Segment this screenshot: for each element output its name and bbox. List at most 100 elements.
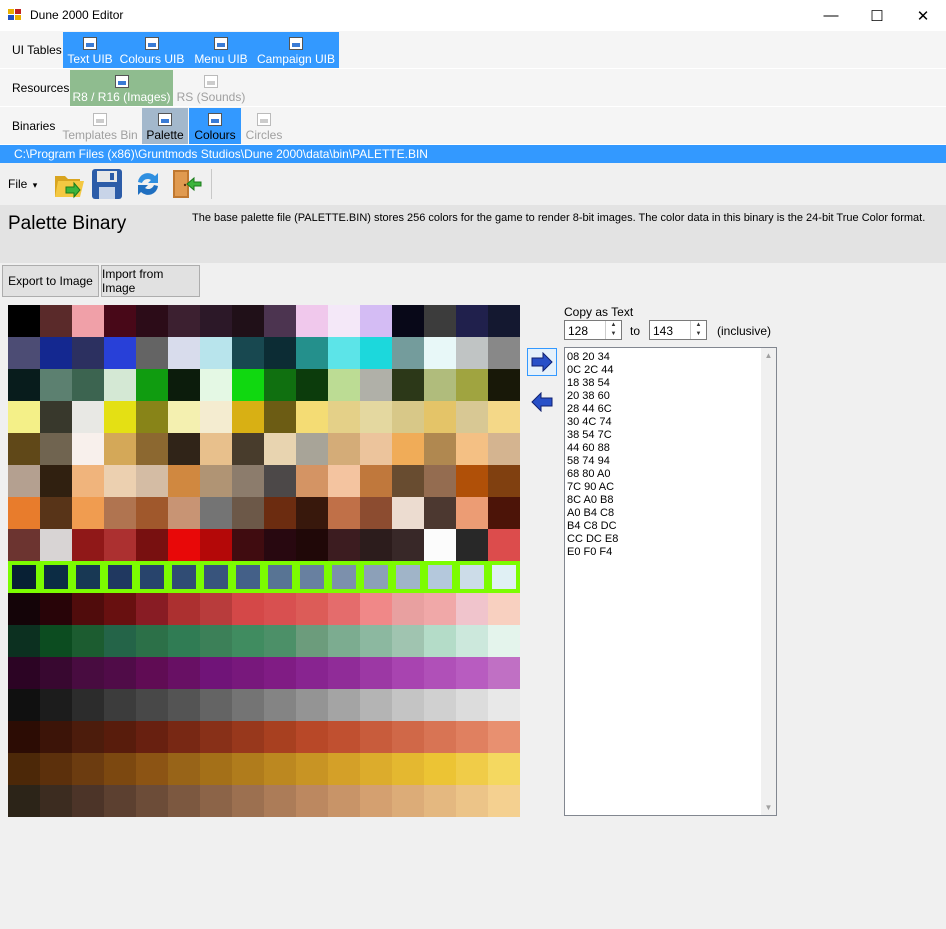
palette-swatch[interactable] [136, 657, 168, 689]
palette-swatch[interactable] [424, 657, 456, 689]
palette-swatch[interactable] [392, 721, 424, 753]
palette-swatch[interactable] [424, 625, 456, 657]
palette-swatch[interactable] [232, 337, 264, 369]
palette-swatch[interactable] [8, 305, 40, 337]
tab-r8-r16-images[interactable]: R8 / R16 (Images) [70, 70, 173, 106]
palette-swatch[interactable] [232, 465, 264, 497]
save-icon[interactable] [90, 167, 124, 201]
color-text-area[interactable]: 08 20 34 0C 2C 44 18 38 54 20 38 60 28 4… [564, 347, 777, 816]
palette-swatch[interactable] [296, 497, 328, 529]
palette-swatch[interactable] [168, 497, 200, 529]
palette-swatch[interactable] [264, 529, 296, 561]
palette-swatch[interactable] [424, 785, 456, 817]
palette-swatch[interactable] [328, 657, 360, 689]
palette-swatch[interactable] [104, 337, 136, 369]
palette-swatch[interactable] [200, 401, 232, 433]
palette-swatch[interactable] [392, 561, 424, 593]
palette-swatch[interactable] [40, 497, 72, 529]
palette-swatch[interactable] [360, 529, 392, 561]
palette-swatch[interactable] [488, 529, 520, 561]
palette-swatch[interactable] [168, 657, 200, 689]
palette-swatch[interactable] [456, 721, 488, 753]
palette-swatch[interactable] [104, 305, 136, 337]
palette-swatch[interactable] [8, 433, 40, 465]
tab-rs-sounds[interactable]: RS (Sounds) [175, 70, 247, 106]
palette-swatch[interactable] [392, 593, 424, 625]
scroll-up-icon[interactable]: ▲ [761, 348, 776, 363]
palette-swatch[interactable] [232, 529, 264, 561]
stepper-arrows-icon[interactable]: ▲ ▼ [605, 321, 621, 339]
palette-swatch[interactable] [424, 561, 456, 593]
palette-swatch[interactable] [264, 721, 296, 753]
palette-swatch[interactable] [200, 305, 232, 337]
palette-swatch[interactable] [328, 433, 360, 465]
exit-door-icon[interactable] [169, 167, 203, 201]
palette-swatch[interactable] [8, 369, 40, 401]
palette-swatch[interactable] [264, 561, 296, 593]
palette-swatch[interactable] [488, 337, 520, 369]
palette-swatch[interactable] [8, 401, 40, 433]
palette-swatch[interactable] [328, 401, 360, 433]
palette-swatch[interactable] [360, 625, 392, 657]
scroll-down-icon[interactable]: ▼ [761, 800, 776, 815]
palette-swatch[interactable] [40, 305, 72, 337]
palette-swatch[interactable] [136, 625, 168, 657]
palette-swatch[interactable] [40, 561, 72, 593]
palette-swatch[interactable] [232, 305, 264, 337]
palette-swatch[interactable] [360, 401, 392, 433]
palette-swatch[interactable] [168, 433, 200, 465]
palette-swatch[interactable] [232, 721, 264, 753]
palette-swatch[interactable] [104, 657, 136, 689]
palette-swatch[interactable] [136, 753, 168, 785]
palette-swatch[interactable] [104, 465, 136, 497]
palette-swatch[interactable] [392, 433, 424, 465]
palette-swatch[interactable] [72, 433, 104, 465]
palette-swatch[interactable] [40, 689, 72, 721]
palette-swatch[interactable] [264, 593, 296, 625]
palette-swatch[interactable] [488, 465, 520, 497]
palette-swatch[interactable] [392, 657, 424, 689]
palette-swatch[interactable] [328, 753, 360, 785]
palette-swatch[interactable] [296, 753, 328, 785]
palette-swatch[interactable] [392, 465, 424, 497]
palette-swatch[interactable] [328, 561, 360, 593]
palette-swatch[interactable] [200, 689, 232, 721]
palette-swatch[interactable] [8, 529, 40, 561]
palette-swatch[interactable] [168, 529, 200, 561]
palette-swatch[interactable] [136, 433, 168, 465]
palette-swatch[interactable] [264, 497, 296, 529]
palette-swatch[interactable] [104, 561, 136, 593]
palette-swatch[interactable] [72, 369, 104, 401]
palette-swatch[interactable] [72, 465, 104, 497]
palette-swatch[interactable] [392, 401, 424, 433]
palette-swatch[interactable] [72, 401, 104, 433]
palette-swatch[interactable] [360, 433, 392, 465]
palette-swatch[interactable] [200, 753, 232, 785]
palette-swatch[interactable] [136, 529, 168, 561]
paste-from-text-button[interactable] [527, 388, 557, 416]
palette-swatch[interactable] [136, 337, 168, 369]
palette-swatch[interactable] [488, 785, 520, 817]
palette-swatch[interactable] [8, 625, 40, 657]
palette-swatch[interactable] [392, 369, 424, 401]
palette-swatch[interactable] [392, 337, 424, 369]
palette-swatch[interactable] [72, 689, 104, 721]
palette-swatch[interactable] [424, 369, 456, 401]
palette-swatch[interactable] [40, 721, 72, 753]
palette-swatch[interactable] [8, 657, 40, 689]
palette-swatch[interactable] [232, 497, 264, 529]
palette-swatch[interactable] [200, 337, 232, 369]
palette-swatch[interactable] [40, 369, 72, 401]
palette-swatch[interactable] [296, 593, 328, 625]
palette-swatch[interactable] [200, 433, 232, 465]
palette-swatch[interactable] [104, 721, 136, 753]
palette-swatch[interactable] [392, 529, 424, 561]
palette-swatch[interactable] [328, 721, 360, 753]
palette-swatch[interactable] [232, 401, 264, 433]
palette-swatch[interactable] [360, 337, 392, 369]
palette-swatch[interactable] [488, 369, 520, 401]
palette-swatch[interactable] [424, 401, 456, 433]
palette-swatch[interactable] [232, 433, 264, 465]
palette-swatch[interactable] [8, 689, 40, 721]
palette-swatch[interactable] [456, 337, 488, 369]
